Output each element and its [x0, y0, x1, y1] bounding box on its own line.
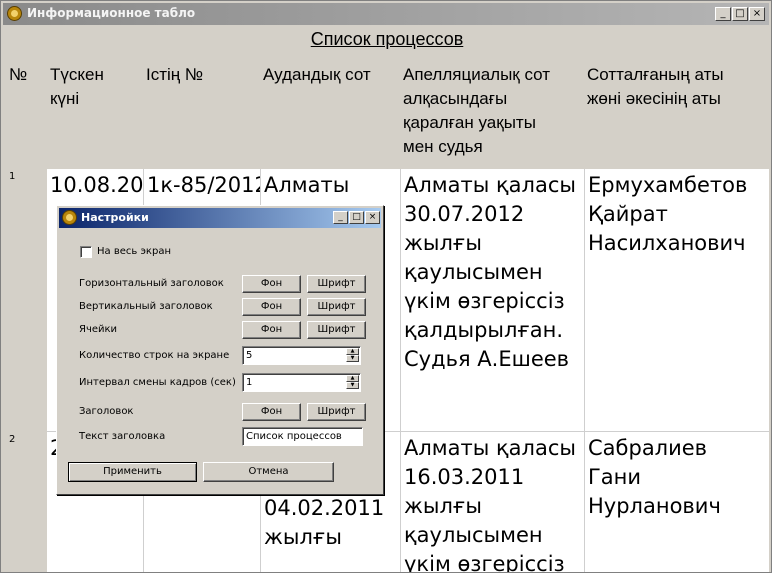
spin-up-icon[interactable]: ▲: [346, 348, 359, 355]
column-header-district: Аудандық сот: [263, 65, 371, 84]
spin-down-icon[interactable]: ▼: [346, 355, 359, 362]
spin-down-icon[interactable]: ▼: [346, 382, 359, 389]
column-header-case: Істің №: [146, 65, 204, 84]
cells-bg-button[interactable]: Фон: [242, 321, 301, 339]
frame-interval-value: 1: [246, 377, 253, 388]
dialog-title-bar[interactable]: Настройки _ □ ×: [59, 208, 381, 228]
spinner-arrows[interactable]: ▲ ▼: [346, 375, 359, 390]
column-header-convict: Сотталғаның аты жөні әкесінің аты: [587, 65, 724, 108]
board-title: Список процессов: [1, 29, 771, 50]
row-number: 1: [9, 171, 16, 182]
column-header-appeal: Апелляциалық сот алқасындағы қаралған уа…: [403, 65, 551, 156]
row-number: 2: [9, 434, 16, 445]
cells-label: Ячейки: [79, 324, 118, 335]
row-header: 1: [3, 169, 47, 431]
header-font-button[interactable]: Шрифт: [307, 403, 366, 421]
fullscreen-checkbox[interactable]: [80, 246, 92, 258]
fullscreen-label: На весь экран: [97, 246, 171, 257]
spinner-arrows[interactable]: ▲ ▼: [346, 348, 359, 363]
rows-on-screen-value: 5: [246, 350, 253, 361]
cell-convict: Ермухамбетов Қайрат Насилханович: [588, 173, 748, 255]
header-text-label: Текст заголовка: [79, 431, 166, 442]
cancel-button[interactable]: Отмена: [203, 462, 334, 482]
frame-interval-spinner[interactable]: 1 ▲ ▼: [242, 373, 361, 392]
cell-convict: Сабралиев Гани Нурланович: [588, 436, 721, 518]
horizontal-header-bg-button[interactable]: Фон: [242, 275, 301, 293]
column-header-date: Түскен күні: [50, 65, 104, 108]
header-text-input[interactable]: Список процессов: [242, 427, 363, 446]
column-header-number: №: [9, 65, 28, 84]
dialog-close-button[interactable]: ×: [365, 211, 380, 224]
board-title-text: Список процессов: [310, 29, 464, 49]
horizontal-header-font-button[interactable]: Шрифт: [307, 275, 366, 293]
cells-font-button[interactable]: Шрифт: [307, 321, 366, 339]
spin-up-icon[interactable]: ▲: [346, 375, 359, 382]
settings-dialog: Настройки _ □ × На весь экран Горизонтал…: [56, 205, 384, 495]
app-icon: [62, 210, 77, 225]
rows-on-screen-spinner[interactable]: 5 ▲ ▼: [242, 346, 361, 365]
row-header: 2: [3, 432, 47, 572]
window-title: Информационное табло: [27, 6, 196, 20]
app-icon: [7, 6, 22, 21]
rows-on-screen-label: Количество строк на экране: [79, 350, 230, 361]
dialog-title: Настройки: [81, 211, 149, 224]
minimize-button[interactable]: _: [715, 7, 731, 21]
header-bg-button[interactable]: Фон: [242, 403, 301, 421]
close-button[interactable]: ×: [749, 7, 765, 21]
title-bar: Информационное табло _ □ ×: [3, 3, 769, 25]
apply-button[interactable]: Применить: [68, 462, 197, 482]
dialog-minimize-button[interactable]: _: [333, 211, 348, 224]
horizontal-header-label: Горизонтальный заголовок: [79, 278, 224, 289]
table-header: № Түскен күні Істің № Аудандық сот Апелл…: [3, 59, 769, 169]
vertical-header-label: Вертикальный заголовок: [79, 301, 213, 312]
cell-appeal: Алматы қаласы 30.07.2012 жылғы қаулысыме…: [401, 169, 585, 431]
maximize-button[interactable]: □: [732, 7, 748, 21]
vertical-header-bg-button[interactable]: Фон: [242, 298, 301, 316]
header-label: Заголовок: [79, 406, 134, 417]
frame-interval-label: Интервал смены кадров (сек): [79, 377, 236, 388]
vertical-header-font-button[interactable]: Шрифт: [307, 298, 366, 316]
dialog-maximize-button[interactable]: □: [349, 211, 364, 224]
cell-appeal: Алматы қаласы 16.03.2011 жылғы қаулысыме…: [401, 432, 585, 572]
